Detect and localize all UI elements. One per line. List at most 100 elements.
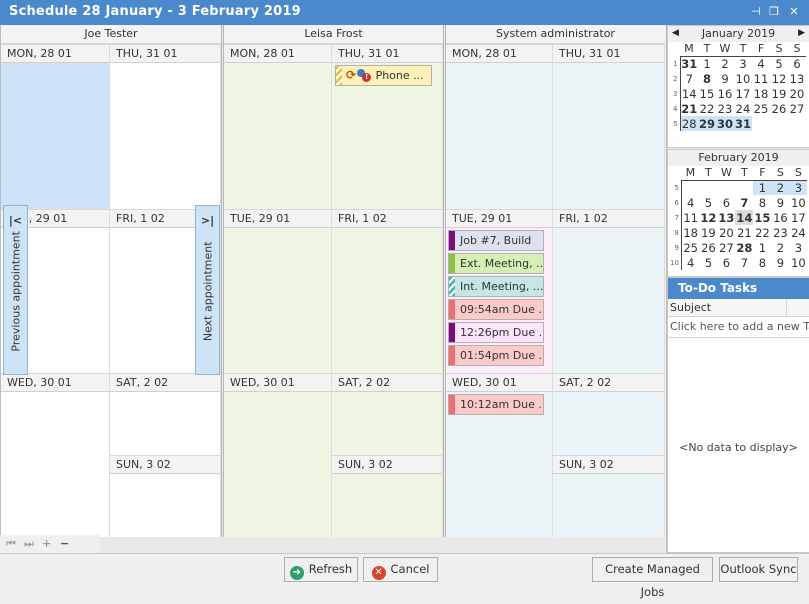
calendar-day[interactable]: 21 (680, 101, 698, 116)
prev-month-icon[interactable]: ◀ (672, 26, 679, 41)
calendar-day[interactable]: 2 (771, 180, 790, 195)
day-cell[interactable]: SAT, 2 02 (332, 373, 443, 455)
previous-appointment-button[interactable]: |< Previous appointment (3, 205, 28, 375)
calendar-day[interactable]: 1 (753, 180, 772, 195)
calendar-day[interactable]: 27 (788, 101, 806, 116)
day-cell[interactable]: SUN, 3 02 (553, 455, 665, 537)
calendar-day[interactable]: 27 (717, 240, 735, 255)
calendar-day[interactable]: 26 (699, 240, 717, 255)
calendar-day[interactable]: 24 (789, 225, 807, 240)
new-task-row[interactable]: Click here to add a new Task (668, 317, 809, 338)
calendar-day[interactable]: 9 (771, 255, 789, 270)
add-resource-icon[interactable]: + (42, 537, 51, 550)
day-cell[interactable]: TUE, 29 01 Job #7, Build Ext. Meeting, .… (446, 209, 553, 373)
calendar-day[interactable]: 4 (681, 195, 699, 210)
day-cell[interactable]: MON, 28 01 (1, 44, 110, 209)
calendar-day[interactable]: 28 (735, 240, 753, 255)
calendar-day[interactable]: 5 (770, 56, 788, 71)
day-cell[interactable]: WED, 30 01 10:12am Due ... (446, 373, 553, 537)
calendar-day[interactable]: 26 (770, 101, 788, 116)
calendar-day[interactable]: 22 (698, 101, 716, 116)
cancel-button[interactable]: ✕ Cancel (363, 557, 438, 582)
calendar-day[interactable]: 4 (752, 56, 770, 71)
outlook-sync-button[interactable]: Outlook Sync (719, 557, 798, 582)
calendar-day[interactable]: 22 (753, 225, 771, 240)
calendar-day[interactable]: 23 (716, 101, 734, 116)
calendar-day[interactable]: 19 (770, 86, 788, 101)
refresh-button[interactable]: ➔ Refresh (284, 557, 358, 582)
calendar-day[interactable]: 24 (734, 101, 752, 116)
calendar-day[interactable]: 11 (681, 210, 699, 225)
scheduler[interactable]: Joe Tester MON, 28 01 THU, 31 01 TUE, 29… (0, 25, 665, 553)
calendar-day[interactable]: 2 (716, 56, 734, 71)
calendar-day[interactable]: 20 (717, 225, 735, 240)
calendar-day[interactable]: 10 (789, 195, 807, 210)
calendar-day[interactable]: 14 (735, 210, 754, 225)
calendar-day[interactable]: 18 (681, 225, 699, 240)
calendar-day[interactable]: 23 (771, 225, 789, 240)
calendar-day[interactable]: 10 (789, 255, 807, 270)
calendar-day[interactable]: 6 (717, 195, 735, 210)
appointment[interactable]: Ext. Meeting, ... (448, 253, 544, 274)
calendar-day[interactable]: 25 (681, 240, 699, 255)
day-cell[interactable]: WED, 30 01 (1, 373, 110, 537)
appointment[interactable]: 12:26pm Due ... (448, 322, 544, 343)
calendar-day[interactable]: 20 (788, 86, 806, 101)
create-managed-jobs-button[interactable]: Create Managed Jobs (592, 557, 713, 599)
day-cell[interactable]: FRI, 1 02 (332, 209, 443, 373)
appointment[interactable]: 09:54am Due ... (448, 299, 544, 320)
calendar-day[interactable]: 30 (716, 116, 734, 131)
day-cell[interactable]: WED, 30 01 (224, 373, 332, 537)
appointment[interactable]: 10:12am Due ... (448, 394, 544, 415)
remove-resource-icon[interactable]: − (60, 537, 69, 550)
calendar-day[interactable]: 1 (753, 240, 771, 255)
day-cell[interactable]: THU, 31 01 (110, 44, 221, 209)
day-cell[interactable]: TUE, 29 01 (224, 209, 332, 373)
calendar-day[interactable]: 12 (770, 71, 788, 86)
calendar-day[interactable]: 16 (771, 210, 789, 225)
column-header-subject[interactable]: Subject (668, 299, 809, 317)
calendar-day[interactable]: 7 (680, 71, 698, 86)
calendar-day[interactable]: 7 (735, 255, 753, 270)
calendar-day[interactable]: 9 (771, 195, 789, 210)
calendar-february[interactable]: February 2019 M T W T F S S 5 1 2 3 6 4 5 6 7 8 9 10 7 11 12 1… (667, 149, 809, 277)
day-cell[interactable]: THU, 31 01 (553, 44, 665, 209)
appointment[interactable]: Int. Meeting, ... (448, 276, 544, 297)
calendar-day[interactable]: 21 (735, 225, 753, 240)
calendar-day[interactable]: 13 (788, 71, 806, 86)
day-cell[interactable]: FRI, 1 02 (553, 209, 665, 373)
next-month-icon[interactable]: ▶ (798, 26, 805, 41)
calendar-day[interactable]: 4 (681, 255, 699, 270)
calendar-day[interactable]: 7 (735, 195, 753, 210)
day-cell[interactable]: SUN, 3 02 (332, 455, 443, 537)
appointment[interactable]: 01:54pm Due ... (448, 345, 544, 366)
calendar-day[interactable]: 18 (752, 86, 770, 101)
calendar-day[interactable]: 3 (734, 56, 752, 71)
day-cell[interactable]: THU, 31 01 ⟳! Phone ... (332, 44, 443, 209)
calendar-day[interactable]: 8 (698, 71, 716, 86)
calendar-day[interactable]: 6 (788, 56, 806, 71)
calendar-day[interactable]: 9 (716, 71, 734, 86)
calendar-day[interactable]: 25 (752, 101, 770, 116)
calendar-day[interactable]: 8 (753, 195, 771, 210)
calendar-day[interactable]: 17 (789, 210, 807, 225)
appointment[interactable]: Job #7, Build (448, 230, 544, 251)
day-cell[interactable]: MON, 28 01 (446, 44, 553, 209)
next-appointment-button[interactable]: >| Next appointment (195, 205, 220, 375)
day-cell[interactable]: SAT, 2 02 (110, 373, 221, 455)
day-cell[interactable]: SAT, 2 02 (553, 373, 665, 455)
calendar-day[interactable]: 1 (698, 56, 716, 71)
close-icon[interactable]: ✕ (787, 5, 801, 19)
calendar-day[interactable]: 14 (680, 86, 698, 101)
day-cell[interactable]: SUN, 3 02 (110, 455, 221, 537)
calendar-day[interactable]: 16 (716, 86, 734, 101)
calendar-day[interactable]: 3 (789, 180, 808, 195)
calendar-day[interactable]: 2 (771, 240, 789, 255)
calendar-day[interactable]: 15 (753, 210, 771, 225)
last-resource-icon[interactable]: ⏭ (24, 537, 34, 551)
calendar-day[interactable]: 13 (717, 210, 735, 225)
calendar-day[interactable]: 10 (734, 71, 752, 86)
calendar-day[interactable]: 31 (734, 116, 752, 131)
pin-icon[interactable]: ⊣ (749, 5, 763, 19)
calendar-day[interactable]: 5 (699, 195, 717, 210)
